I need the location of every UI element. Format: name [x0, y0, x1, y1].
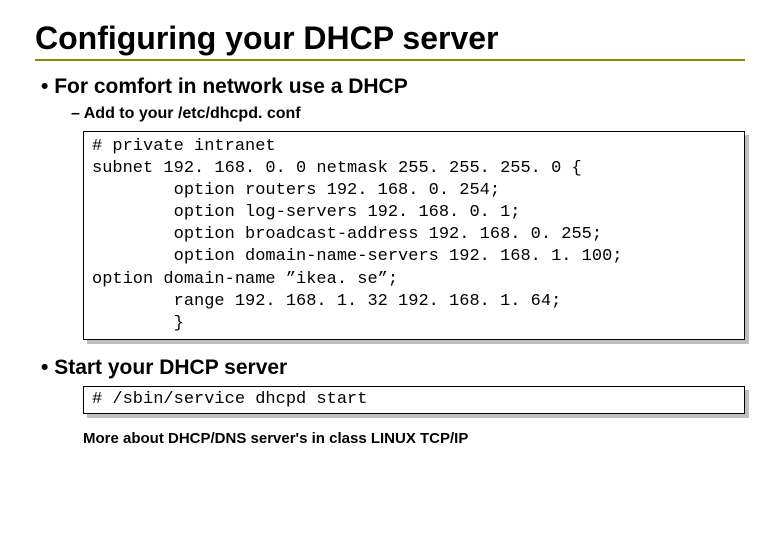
codeblock-dhcpd-conf: # private intranet subnet 192. 168. 0. 0… — [83, 131, 745, 340]
codeblock-start-cmd: # /sbin/service dhcpd start — [83, 386, 745, 414]
footnote-more-about: More about DHCP/DNS server's in class LI… — [83, 430, 745, 447]
slide-title: Configuring your DHCP server — [35, 20, 745, 57]
codeblock-dhcpd-conf-wrap: # private intranet subnet 192. 168. 0. 0… — [83, 131, 745, 340]
bullet-comfort: For comfort in network use a DHCP — [41, 75, 745, 99]
title-underline — [35, 59, 745, 61]
codeblock-start-cmd-wrap: # /sbin/service dhcpd start — [83, 386, 745, 414]
bullet-add-to-conf: Add to your /etc/dhcpd. conf — [71, 105, 745, 123]
slide-container: Configuring your DHCP server For comfort… — [0, 0, 780, 467]
bullet-start-server: Start your DHCP server — [41, 356, 745, 380]
